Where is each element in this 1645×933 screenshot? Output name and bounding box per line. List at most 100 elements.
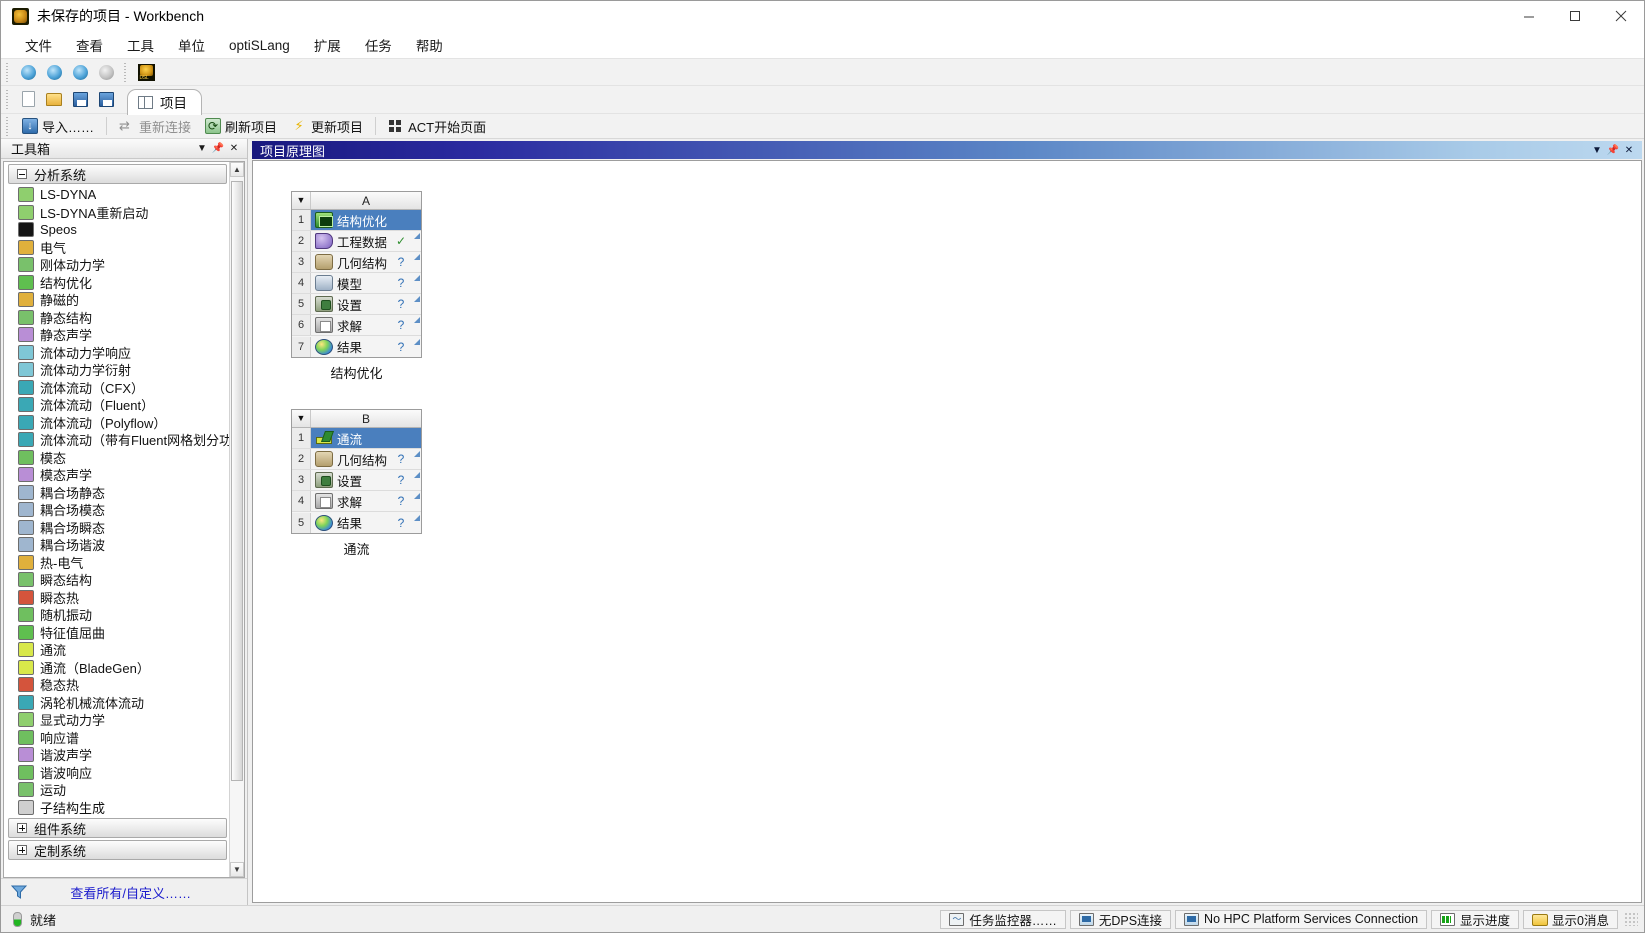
toolbox-item[interactable]: 静态结构 <box>4 309 229 327</box>
toolbox-item[interactable]: 模态声学 <box>4 466 229 484</box>
system-cell-row[interactable]: 6 求解? <box>292 315 421 336</box>
close-icon[interactable] <box>1598 1 1644 32</box>
toolbox-item[interactable]: 耦合场模态 <box>4 501 229 519</box>
save-as-icon[interactable] <box>95 89 117 110</box>
system-cell-row[interactable]: 5 设置? <box>292 294 421 315</box>
toolbox-group-组件系统[interactable]: 组件系统 <box>8 818 227 838</box>
toolbox-item[interactable]: 响应谱 <box>4 729 229 747</box>
toolbox-item[interactable]: 静磁的 <box>4 291 229 309</box>
expand-icon[interactable] <box>17 823 27 833</box>
toolbox-item[interactable]: 通流 <box>4 641 229 659</box>
chevron-down-icon[interactable]: ▼ <box>1590 143 1604 157</box>
dps-connection-cell[interactable]: 无DPS连接 <box>1069 909 1172 929</box>
toolbox-item[interactable]: 热-电气 <box>4 554 229 572</box>
menu-item-2[interactable]: 工具 <box>115 32 166 58</box>
system-cell-row[interactable]: 2 工程数据 ✓ <box>292 231 421 252</box>
pin-icon[interactable]: 📌 <box>211 142 225 156</box>
menu-item-1[interactable]: 查看 <box>64 32 115 58</box>
hpc-connection-cell[interactable]: No HPC Platform Services Connection <box>1175 909 1428 929</box>
toolbox-item[interactable]: 运动 <box>4 781 229 799</box>
toolbox-item[interactable]: 谐波声学 <box>4 746 229 764</box>
toolbox-item[interactable]: 模态 <box>4 449 229 467</box>
toolbox-item[interactable]: 流体动力学响应 <box>4 344 229 362</box>
scroll-up-icon[interactable]: ▲ <box>230 162 244 177</box>
toolbox-item[interactable]: 瞬态热 <box>4 589 229 607</box>
toolbox-item[interactable]: 静态声学 <box>4 326 229 344</box>
toolbox-item[interactable]: 特征值屈曲 <box>4 624 229 642</box>
system-cell-row[interactable]: 1 结构优化 <box>292 210 421 231</box>
optislang-dsl-icon[interactable] <box>135 62 157 83</box>
chevron-down-icon[interactable]: ▼ <box>195 142 209 156</box>
toolbox-item[interactable]: 耦合场瞬态 <box>4 519 229 537</box>
toolbox-item[interactable]: 电气 <box>4 239 229 257</box>
toolbox-item[interactable]: 流体流动（Fluent） <box>4 396 229 414</box>
toolbox-item[interactable]: 通流（BladeGen） <box>4 659 229 677</box>
menu-item-0[interactable]: 文件 <box>13 32 64 58</box>
close-icon[interactable]: ✕ <box>1622 143 1636 157</box>
collapse-caret-icon[interactable]: ▼ <box>292 410 311 427</box>
minimize-icon[interactable] <box>1506 1 1552 32</box>
add-remote-icon[interactable] <box>69 62 91 83</box>
toolbox-scrollbar[interactable]: ▲ ▼ <box>229 162 244 877</box>
schematic-canvas[interactable]: ▼ A 1 结构优化 2 工程数据 ✓ 3 几何结构? 4 模型? 5 设置? 6 求解? 7 结果? 结构优化 ▼… <box>252 160 1642 903</box>
reconnect-button[interactable]: ⇄ 重新连接 <box>113 116 197 137</box>
toolbox-item[interactable]: 刚体动力学 <box>4 256 229 274</box>
toolbox-item[interactable]: 流体流动（Polyflow） <box>4 414 229 432</box>
system-cell-row[interactable]: 7 结果? <box>292 336 421 357</box>
toolbox-item[interactable]: 子结构生成 <box>4 799 229 817</box>
new-project-icon[interactable] <box>17 89 39 110</box>
import-button[interactable]: 导入…… <box>16 116 100 137</box>
save-project-icon[interactable] <box>69 89 91 110</box>
toolbox-item[interactable]: 耦合场谐波 <box>4 536 229 554</box>
system-cell-row[interactable]: 3 设置? <box>292 470 421 491</box>
show-progress-cell[interactable]: 显示进度 <box>1431 909 1520 929</box>
system-cell-row[interactable]: 1 通流 <box>292 428 421 449</box>
toolbox-item[interactable]: 随机振动 <box>4 606 229 624</box>
collapse-caret-icon[interactable]: ▼ <box>292 192 311 209</box>
pin-icon[interactable]: 📌 <box>1606 143 1620 157</box>
toolbox-item[interactable]: LS-DYNA重新启动 <box>4 204 229 222</box>
action-toolbar-grip[interactable] <box>5 116 12 136</box>
expand-icon[interactable] <box>17 845 27 855</box>
menu-item-6[interactable]: 任务 <box>353 32 404 58</box>
toolbox-item[interactable]: 谐波响应 <box>4 764 229 782</box>
system-block-A[interactable]: ▼ A 1 结构优化 2 工程数据 ✓ 3 几何结构? 4 模型? 5 设置? 6 求解? 7 结果? 结构优化 <box>291 191 422 382</box>
toolbox-item[interactable]: 流体动力学衍射 <box>4 361 229 379</box>
job-monitor-cell[interactable]: 任务监控器…… <box>940 909 1066 929</box>
toolbox-item[interactable]: 稳态热 <box>4 676 229 694</box>
system-cell-row[interactable]: 3 几何结构? <box>292 252 421 273</box>
update-project-button[interactable]: 更新项目 <box>285 116 369 137</box>
resize-grip[interactable] <box>1624 912 1638 926</box>
show-messages-cell[interactable]: 显示0消息 <box>1523 909 1618 929</box>
new-remote-icon[interactable] <box>17 62 39 83</box>
close-icon[interactable]: ✕ <box>227 142 241 156</box>
menu-item-5[interactable]: 扩展 <box>302 32 353 58</box>
menu-item-7[interactable]: 帮助 <box>404 32 455 58</box>
system-block-B[interactable]: ▼ B 1 通流 2 几何结构? 3 设置? 4 求解? 5 结果? 通流 <box>291 409 422 558</box>
connect-icon[interactable] <box>43 62 65 83</box>
system-cell-row[interactable]: 2 几何结构? <box>292 449 421 470</box>
toolbar-grip[interactable] <box>5 62 12 82</box>
menu-item-3[interactable]: 单位 <box>166 32 217 58</box>
filter-funnel-icon[interactable] <box>11 885 27 899</box>
toolbox-item[interactable]: 流体流动（带有Fluent网格划分功能的 <box>4 431 229 449</box>
toolbox-item[interactable]: 涡轮机械流体流动 <box>4 694 229 712</box>
open-project-icon[interactable] <box>43 89 65 110</box>
scroll-track[interactable] <box>230 177 244 862</box>
toolbox-item[interactable]: 耦合场静态 <box>4 484 229 502</box>
collapse-icon[interactable] <box>17 169 27 179</box>
system-cell-row[interactable]: 4 模型? <box>292 273 421 294</box>
tab-project[interactable]: 项目 <box>127 88 202 115</box>
toolbox-group-分析系统[interactable]: 分析系统 <box>8 164 227 184</box>
disconnected-icon[interactable] <box>95 62 117 83</box>
system-cell-row[interactable]: 4 求解? <box>292 491 421 512</box>
toolbar-grip-2[interactable] <box>123 62 130 82</box>
refresh-project-button[interactable]: 刷新项目 <box>199 116 283 137</box>
toolbox-group-定制系统[interactable]: 定制系统 <box>8 840 227 860</box>
file-toolbar-grip[interactable] <box>5 90 12 109</box>
maximize-icon[interactable] <box>1552 1 1598 32</box>
toolbox-item[interactable]: LS-DYNA <box>4 186 229 204</box>
toolbox-item[interactable]: 显式动力学 <box>4 711 229 729</box>
toolbox-item[interactable]: Speos <box>4 221 229 239</box>
act-start-page-button[interactable]: ACT开始页面 <box>382 116 492 137</box>
